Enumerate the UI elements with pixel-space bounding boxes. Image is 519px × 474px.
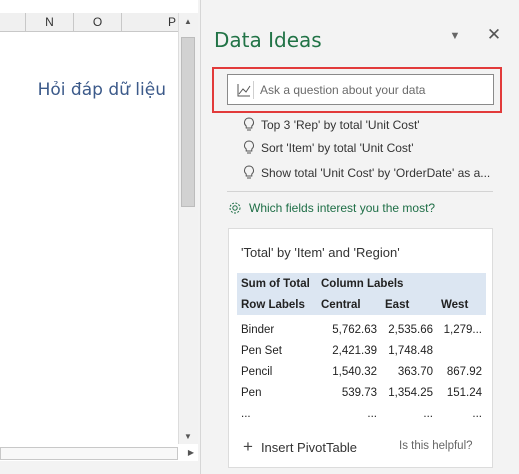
pivot-header-cell: West bbox=[437, 294, 487, 315]
suggestion-item[interactable]: Top 3 'Rep' by total 'Unit Cost' bbox=[241, 116, 420, 134]
table-cell: 867.92 bbox=[446, 365, 483, 378]
table-cell: 363.70 bbox=[397, 365, 433, 378]
suggestion-label: Top 3 'Rep' by total 'Unit Cost' bbox=[261, 118, 420, 132]
row-label: Pen Set bbox=[241, 344, 282, 357]
insert-pivottable-button[interactable]: + Insert PivotTable bbox=[243, 437, 357, 457]
table-cell: 5,762.63 bbox=[332, 323, 377, 336]
card-title: 'Total' by 'Item' and 'Region' bbox=[241, 245, 400, 260]
column-headers: N O P bbox=[0, 13, 178, 32]
suggestion-label: Show total 'Unit Cost' by 'OrderDate' as… bbox=[261, 166, 491, 180]
pivot-header-cell: Sum of Total bbox=[237, 273, 317, 294]
helpful-feedback-link[interactable]: Is this helpful? bbox=[399, 440, 473, 452]
scroll-down-icon[interactable]: ▼ bbox=[181, 431, 195, 443]
row-label: ... bbox=[241, 407, 251, 420]
search-placeholder: Ask a question about your data bbox=[260, 83, 426, 97]
table-cell: 539.73 bbox=[341, 386, 377, 399]
lightbulb-icon bbox=[244, 117, 254, 131]
pane-title: Data Ideas bbox=[214, 28, 322, 52]
close-icon[interactable]: ✕ bbox=[486, 25, 502, 45]
scroll-up-icon[interactable]: ▲ bbox=[181, 16, 195, 28]
lightbulb-icon bbox=[244, 140, 254, 154]
insert-pivottable-label: Insert PivotTable bbox=[260, 439, 358, 455]
pivot-header-row: Row Labels Central East West bbox=[237, 294, 487, 315]
table-cell: 1,540.32 bbox=[332, 365, 377, 378]
table-cell: ... bbox=[472, 407, 483, 420]
table-cell: ... bbox=[367, 407, 377, 420]
vertical-scroll-thumb[interactable] bbox=[181, 37, 195, 207]
divider bbox=[227, 191, 493, 192]
plus-icon: + bbox=[243, 437, 253, 456]
column-header-m[interactable] bbox=[0, 13, 26, 32]
fields-interest-link[interactable]: Which fields interest you the most? bbox=[227, 200, 435, 216]
horizontal-scrollbar[interactable] bbox=[0, 447, 178, 460]
pivot-table: Sum of Total Column Labels Row Labels Ce… bbox=[237, 273, 487, 424]
pivot-header-cell: Row Labels bbox=[237, 294, 317, 315]
sheet-caption: Hỏi đáp dữ liệu bbox=[37, 80, 166, 100]
suggestion-label: Sort 'Item' by total 'Unit Cost' bbox=[261, 141, 414, 155]
pivot-header-row: Sum of Total Column Labels bbox=[237, 273, 487, 294]
table-cell bbox=[437, 340, 486, 361]
table-row: Pencil 1,540.32 363.70 867.92 bbox=[237, 361, 486, 382]
row-label: Binder bbox=[241, 323, 275, 336]
table-row: Binder 5,762.63 2,535.66 1,279... bbox=[237, 319, 486, 340]
table-cell: 1,748.48 bbox=[388, 344, 433, 357]
suggestion-item[interactable]: Show total 'Unit Cost' by 'OrderDate' as… bbox=[241, 164, 490, 182]
pivot-header-cell: Column Labels bbox=[317, 273, 487, 294]
idea-card: 'Total' by 'Item' and 'Region' Sum of To… bbox=[228, 228, 493, 468]
line-chart-icon bbox=[234, 81, 254, 99]
sheet-status-strip bbox=[0, 461, 198, 474]
spreadsheet-area: N O P Hỏi đáp dữ liệu ▲ ▼ ▶ bbox=[0, 0, 198, 474]
fields-link-label: Which fields interest you the most? bbox=[249, 201, 436, 215]
table-row: Pen Set 2,421.39 1,748.48 bbox=[237, 340, 486, 361]
data-ideas-pane: Data Ideas ▼ ✕ Ask a question about your… bbox=[200, 0, 519, 474]
row-label: Pen bbox=[241, 386, 262, 399]
table-cell: 2,535.66 bbox=[388, 323, 433, 336]
table-cell: 1,354.25 bbox=[388, 386, 433, 399]
table-row: ... ... ... ... bbox=[237, 403, 486, 424]
suggestion-item[interactable]: Sort 'Item' by total 'Unit Cost' bbox=[241, 139, 414, 157]
table-cell: ... bbox=[423, 407, 433, 420]
gear-icon bbox=[229, 202, 241, 214]
search-input[interactable]: Ask a question about your data bbox=[227, 74, 494, 105]
table-row: Pen 539.73 1,354.25 151.24 bbox=[237, 382, 486, 403]
column-header-n[interactable]: N bbox=[26, 13, 74, 32]
table-cell: 1,279... bbox=[443, 323, 483, 336]
table-cell: 2,421.39 bbox=[332, 344, 377, 357]
chevron-down-icon[interactable]: ▼ bbox=[448, 30, 462, 42]
lightbulb-icon bbox=[244, 165, 254, 179]
pivot-header-cell: East bbox=[381, 294, 437, 315]
pivot-header-cell: Central bbox=[317, 294, 381, 315]
column-header-o[interactable]: O bbox=[74, 13, 122, 32]
table-cell: 151.24 bbox=[446, 386, 483, 399]
scroll-right-icon[interactable]: ▶ bbox=[184, 447, 198, 459]
row-label: Pencil bbox=[241, 365, 273, 378]
column-header-p[interactable]: P bbox=[122, 13, 178, 32]
